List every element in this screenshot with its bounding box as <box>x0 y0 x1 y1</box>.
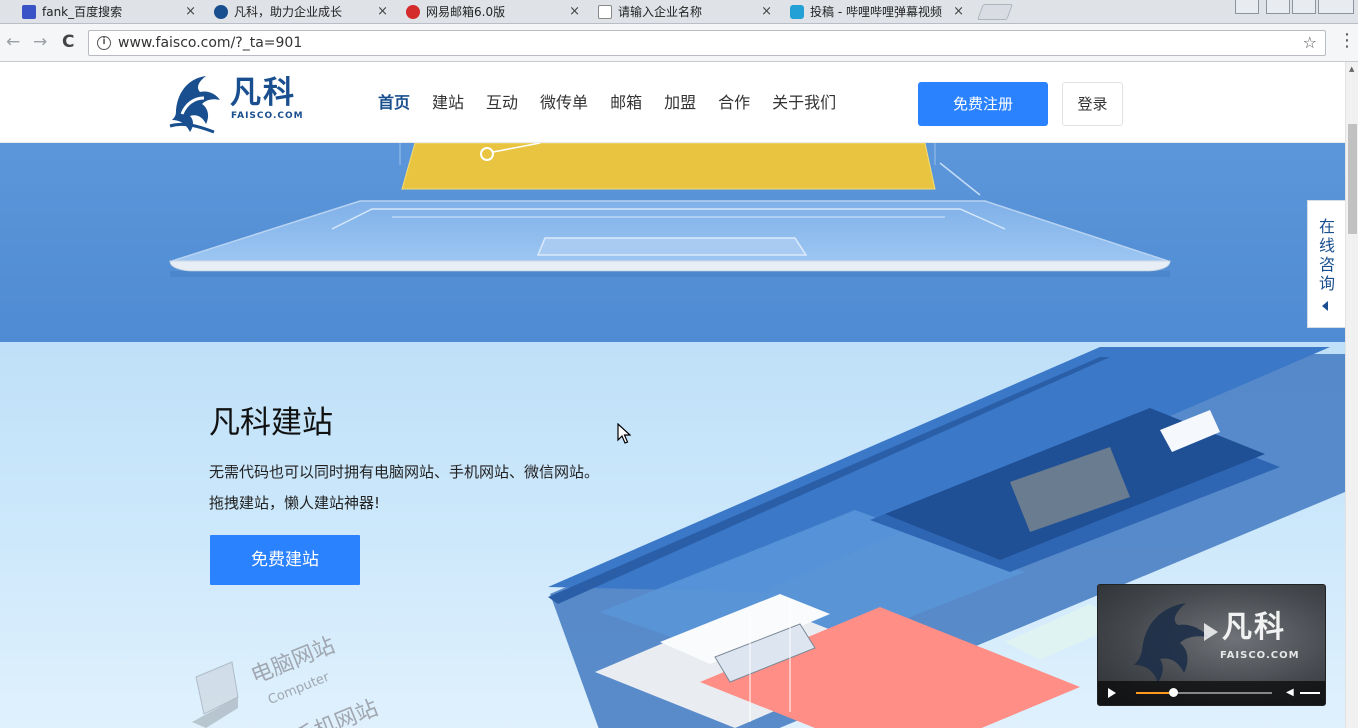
forward-icon[interactable]: → <box>33 33 47 51</box>
close-icon[interactable]: × <box>761 1 772 23</box>
omnibox[interactable]: i www.faisco.com/?_ta=901 ☆ <box>88 30 1326 56</box>
faisco-logo-icon[interactable] <box>168 70 226 136</box>
page-viewport: 凡科 FAISCO.COM 首页 建站 互动 微传单 邮箱 加盟 合作 关于我们… <box>0 62 1345 728</box>
nav-item-cooperation[interactable]: 合作 <box>718 93 750 113</box>
nav-item-micro-flyer[interactable]: 微传单 <box>540 93 588 113</box>
reload-icon[interactable]: C <box>62 33 74 51</box>
video-progress-bar[interactable] <box>1136 688 1272 697</box>
free-build-button[interactable]: 免费建站 <box>210 535 360 585</box>
mouse-cursor-icon <box>617 423 631 444</box>
play-icon[interactable] <box>1108 688 1116 698</box>
logo-text[interactable]: 凡科 <box>230 76 296 110</box>
tab-title: 网易邮箱6.0版 <box>426 5 506 19</box>
profile-icon[interactable] <box>1235 0 1259 14</box>
close-icon[interactable]: × <box>953 1 964 23</box>
tab-title: fank_百度搜索 <box>42 5 123 19</box>
nav-item-mailbox[interactable]: 邮箱 <box>610 93 642 113</box>
volume-slider[interactable] <box>1300 692 1320 694</box>
tab-title: 投稿 - 哔哩哔哩弹幕视频 <box>810 5 942 19</box>
address-bar-row: ← → C i www.faisco.com/?_ta=901 ☆ ⋮ <box>0 24 1358 62</box>
nav-item-about[interactable]: 关于我们 <box>772 93 836 113</box>
new-tab-button[interactable] <box>977 4 1013 20</box>
netease-icon <box>406 5 420 19</box>
close-icon[interactable]: × <box>185 1 196 23</box>
volume-icon[interactable]: ◀ <box>1286 687 1294 698</box>
restore-icon[interactable] <box>1292 0 1316 14</box>
tab-baidu[interactable]: fank_百度搜索 × <box>8 1 204 24</box>
main-nav: 首页 建站 互动 微传单 邮箱 加盟 合作 关于我们 <box>378 93 858 113</box>
scroll-up-icon[interactable]: ▲ <box>1349 65 1354 73</box>
laptop-illustration <box>169 142 1171 277</box>
section-description-1: 无需代码也可以同时拥有电脑网站、手机网站、微信网站。 <box>209 463 600 481</box>
info-icon[interactable]: i <box>97 36 111 50</box>
faisco-icon <box>214 5 228 19</box>
window-close-icon[interactable] <box>1318 0 1354 14</box>
close-icon[interactable]: × <box>569 1 580 23</box>
tab-bilibili[interactable]: 投稿 - 哔哩哔哩弹幕视频 × <box>776 1 972 24</box>
tab-netease-mail[interactable]: 网易邮箱6.0版 × <box>392 1 588 24</box>
collapse-arrow-icon[interactable] <box>1322 301 1328 311</box>
bookmark-star-icon[interactable]: ☆ <box>1303 33 1317 52</box>
free-register-button[interactable]: 免费注册 <box>918 82 1048 126</box>
video-logo-text: 凡科 <box>1222 610 1286 645</box>
logo-subtext: FAISCO.COM <box>231 111 304 121</box>
baidu-icon <box>22 5 36 19</box>
section-description-2: 拖拽建站，懒人建站神器! <box>209 494 381 512</box>
login-button[interactable]: 登录 <box>1062 82 1123 126</box>
nav-item-interaction[interactable]: 互动 <box>486 93 518 113</box>
minimize-icon[interactable] <box>1266 0 1290 14</box>
browser-menu-icon[interactable]: ⋮ <box>1338 32 1356 50</box>
tab-faisco[interactable]: 凡科，助力企业成长 × <box>200 1 396 24</box>
video-logo-subtext: FAISCO.COM <box>1220 650 1300 661</box>
url-text[interactable]: www.faisco.com/?_ta=901 <box>118 34 302 52</box>
video-progress-fill <box>1136 692 1173 694</box>
video-progress-knob[interactable] <box>1168 688 1178 697</box>
nav-item-home[interactable]: 首页 <box>378 93 410 113</box>
nav-item-site-building[interactable]: 建站 <box>432 93 464 113</box>
tab-title: 请输入企业名称 <box>618 5 703 19</box>
site-header: 凡科 FAISCO.COM 首页 建站 互动 微传单 邮箱 加盟 合作 关于我们… <box>0 62 1345 143</box>
browser-tab-strip: fank_百度搜索 × 凡科，助力企业成长 × 网易邮箱6.0版 × 请输入企业… <box>0 0 1358 24</box>
hero-banner <box>0 142 1345 342</box>
play-overlay-icon[interactable] <box>1204 623 1218 641</box>
online-consult-tab[interactable]: 在线咨询 <box>1307 200 1345 328</box>
page-scrollbar[interactable]: ▲ <box>1345 62 1358 728</box>
close-icon[interactable]: × <box>377 1 388 23</box>
bilibili-icon <box>790 5 804 19</box>
tab-title: 凡科，助力企业成长 <box>234 5 343 19</box>
video-player[interactable]: 凡科 FAISCO.COM ◀ <box>1097 584 1326 706</box>
online-consult-label: 在线咨询 <box>1318 217 1335 293</box>
back-icon[interactable]: ← <box>6 33 20 51</box>
tab-enterprise-name[interactable]: 请输入企业名称 × <box>584 1 780 24</box>
nav-item-franchise[interactable]: 加盟 <box>664 93 696 113</box>
video-controls: ◀ <box>1098 681 1325 705</box>
scrollbar-thumb[interactable] <box>1348 124 1357 234</box>
section-title: 凡科建站 <box>209 405 333 441</box>
document-icon <box>598 5 612 19</box>
